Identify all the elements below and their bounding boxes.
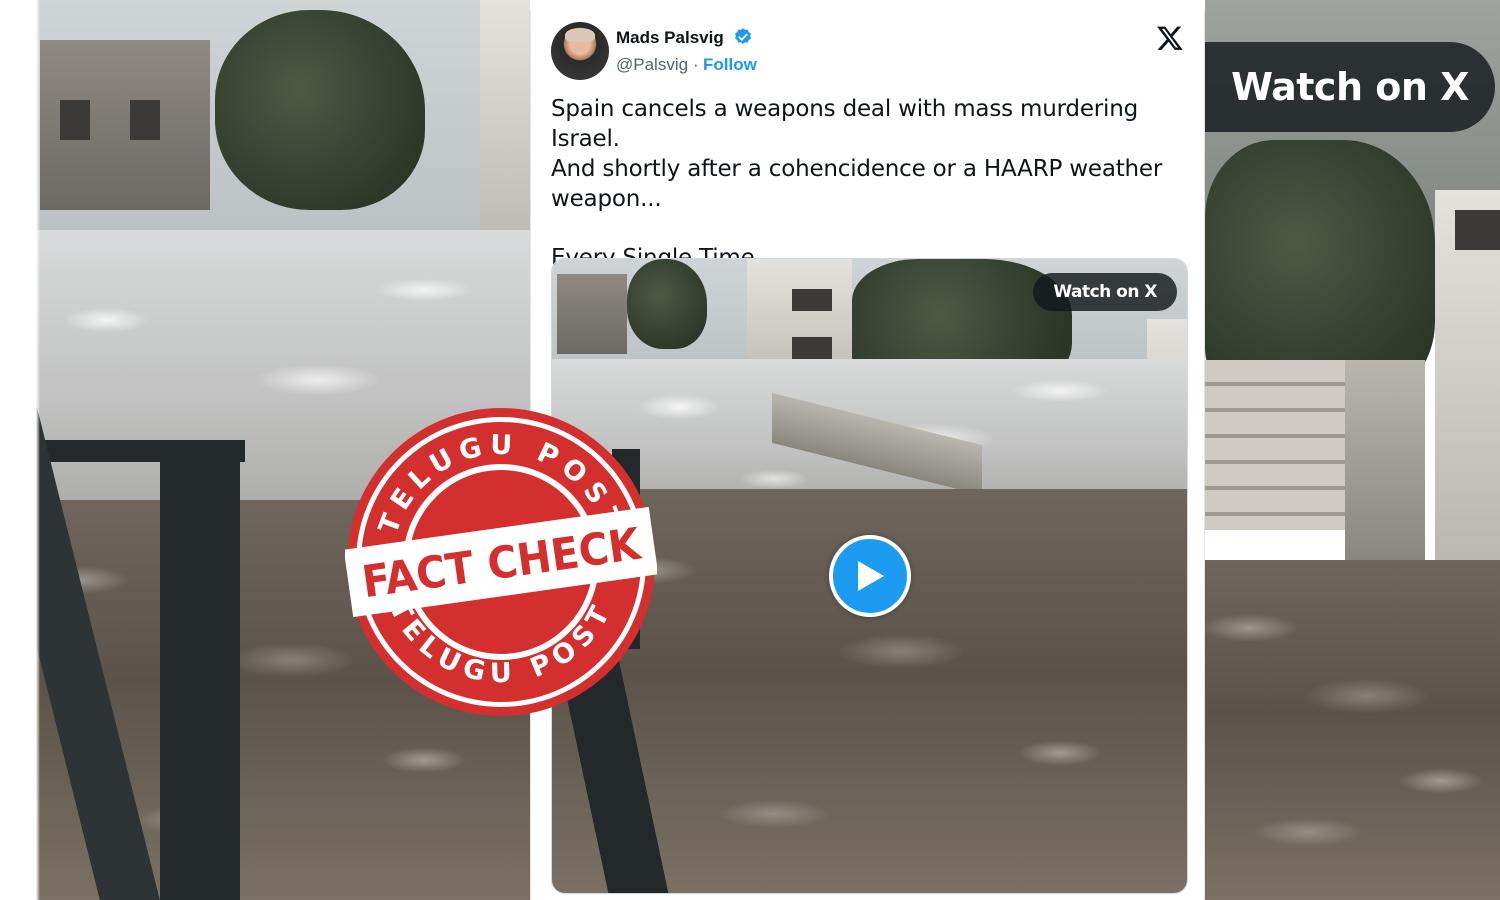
separator-dot: ·: [693, 55, 699, 74]
tweet-text-line: Spain cancels a weapons deal with mass m…: [551, 96, 1139, 152]
window: [1455, 210, 1500, 250]
edge: [0, 0, 40, 900]
background-photo-right: [1205, 0, 1500, 900]
author-name[interactable]: Mads Palsvig: [616, 28, 724, 48]
watch-on-x-button[interactable]: Watch on X: [1033, 273, 1177, 311]
x-logo-icon[interactable]: [1156, 24, 1184, 52]
tweet-text-line: weapon...: [551, 186, 662, 212]
window: [130, 100, 160, 140]
building: [40, 40, 210, 210]
tree: [627, 259, 707, 349]
fact-check-stamp: TELUGU POST TELUGU POST FACT CHECK: [345, 408, 657, 716]
flood-water-dark: [1205, 560, 1500, 900]
railing-post: [160, 440, 240, 900]
watch-on-x-label: Watch on X: [1231, 65, 1469, 109]
wall: [1345, 360, 1425, 560]
building: [557, 274, 627, 354]
tree: [215, 10, 425, 210]
window: [60, 100, 90, 140]
follow-button[interactable]: Follow: [703, 55, 757, 75]
building-white: [1435, 190, 1500, 590]
tweet-text: Spain cancels a weapons deal with mass m…: [551, 94, 1191, 273]
balcony: [792, 289, 832, 311]
tweet-text-line: And shortly after a cohencidence or a HA…: [551, 156, 1163, 182]
avatar[interactable]: [551, 22, 609, 80]
balcony: [792, 337, 832, 359]
watch-on-x-label: Watch on X: [1053, 282, 1157, 302]
play-button[interactable]: [829, 535, 911, 617]
avatar-hair: [565, 28, 595, 42]
watch-on-x-banner[interactable]: Watch on X: [1205, 42, 1495, 132]
verified-badge-icon: [735, 28, 751, 44]
author-handle[interactable]: @Palsvig: [616, 55, 688, 75]
play-icon: [858, 561, 884, 591]
